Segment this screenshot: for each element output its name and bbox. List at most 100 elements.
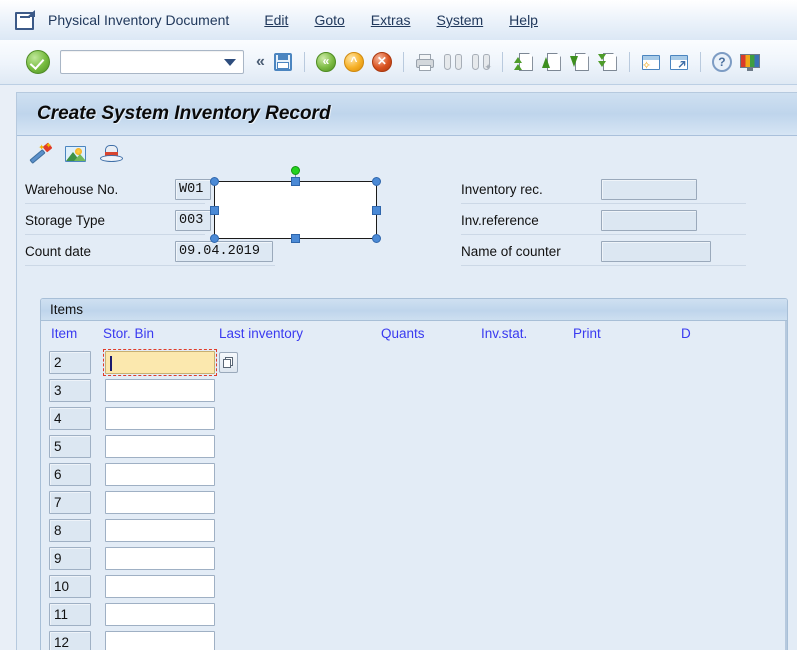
- value-inventory-rec[interactable]: [601, 178, 697, 200]
- toolbar-separator: [501, 52, 503, 72]
- label-storage-type: Storage Type: [25, 212, 106, 228]
- item-number-cell[interactable]: 8: [49, 519, 91, 542]
- item-number-cell[interactable]: 5: [49, 435, 91, 458]
- stor-bin-input[interactable]: [105, 631, 215, 650]
- green-check-enter-icon[interactable]: [26, 50, 50, 74]
- stor-bin-input[interactable]: [105, 491, 215, 514]
- previous-page-icon[interactable]: [540, 51, 564, 73]
- stor-bin-input[interactable]: [105, 351, 215, 374]
- save-icon[interactable]: [271, 51, 295, 73]
- menu-item-help[interactable]: Help: [496, 8, 551, 32]
- menu-item-app-name[interactable]: Physical Inventory Document: [48, 8, 251, 32]
- item-number-cell[interactable]: 9: [49, 547, 91, 570]
- menu-item-extras-label: Extras: [370, 12, 411, 28]
- menu-item-goto[interactable]: Goto: [301, 8, 357, 32]
- create-session-icon[interactable]: ✧: [639, 51, 663, 73]
- customize-local-layout-icon[interactable]: [738, 51, 762, 73]
- selection-handle-bottom-right[interactable]: [372, 234, 381, 243]
- back-icon[interactable]: «: [314, 51, 338, 73]
- stor-bin-input[interactable]: [105, 435, 215, 458]
- item-number-cell[interactable]: 10: [49, 575, 91, 598]
- column-header-print[interactable]: Print: [573, 326, 601, 341]
- item-number-cell[interactable]: 11: [49, 603, 91, 626]
- label-inv-reference: Inv.reference: [461, 212, 539, 228]
- last-page-icon[interactable]: [596, 51, 620, 73]
- selection-handle-bottom-left[interactable]: [210, 234, 219, 243]
- menu-item-edit[interactable]: Edit: [251, 8, 301, 32]
- cancel-icon[interactable]: ✕: [370, 51, 394, 73]
- field-divider: [461, 265, 746, 266]
- column-header-d[interactable]: D: [681, 326, 691, 341]
- selection-handle-middle-right[interactable]: [372, 206, 381, 215]
- double-chevron-left-icon[interactable]: «: [256, 53, 265, 71]
- item-number-cell[interactable]: 6: [49, 463, 91, 486]
- menu-item-help-label: Help: [509, 12, 538, 28]
- items-panel: Items Item Stor. Bin Last inventory Quan…: [40, 298, 788, 650]
- print-icon[interactable]: [413, 51, 437, 73]
- stor-bin-input[interactable]: [105, 547, 215, 570]
- command-input[interactable]: [61, 51, 219, 71]
- stor-bin-input[interactable]: [105, 463, 215, 486]
- rotation-handle[interactable]: [291, 166, 300, 175]
- column-header-item[interactable]: Item: [51, 326, 77, 341]
- application-toolbar: ✦ ✦: [17, 136, 797, 172]
- field-divider: [25, 265, 275, 266]
- selection-handle-top-left[interactable]: [210, 177, 219, 186]
- magic-wand-icon[interactable]: ✦ ✦: [27, 142, 53, 166]
- table-body: 2 3 4 5 6 7 8 9 10 11 12: [41, 349, 787, 650]
- stor-bin-input[interactable]: [105, 519, 215, 542]
- chevron-down-icon[interactable]: [224, 59, 236, 66]
- menu-bar: Physical Inventory Document Edit Goto Ex…: [0, 0, 797, 41]
- menu-item-edit-label: Edit: [264, 12, 289, 28]
- item-number-cell[interactable]: 12: [49, 631, 91, 650]
- table-row: 2: [41, 349, 787, 377]
- table-row: 3: [41, 377, 787, 405]
- menu-item-system[interactable]: System: [423, 8, 496, 32]
- picture-icon[interactable]: [63, 142, 89, 166]
- menu-item-extras[interactable]: Extras: [358, 8, 424, 32]
- value-inv-reference[interactable]: [601, 209, 697, 231]
- selection-handle-top-right[interactable]: [372, 177, 381, 186]
- field-divider: [461, 234, 746, 235]
- value-help-icon[interactable]: [219, 352, 238, 373]
- item-number-cell[interactable]: 3: [49, 379, 91, 402]
- item-number-cell[interactable]: 4: [49, 407, 91, 430]
- stor-bin-input[interactable]: [105, 379, 215, 402]
- value-count-date[interactable]: 09.04.2019: [175, 240, 273, 262]
- field-row-name-of-counter: Name of counter: [461, 239, 711, 263]
- find-next-icon[interactable]: ✦: [469, 51, 493, 73]
- selection-rectangle[interactable]: [214, 181, 377, 239]
- item-number-cell[interactable]: 7: [49, 491, 91, 514]
- column-header-last-inventory[interactable]: Last inventory: [219, 326, 303, 341]
- exit-icon[interactable]: ^: [342, 51, 366, 73]
- column-header-inv-stat[interactable]: Inv.stat.: [481, 326, 527, 341]
- hat-icon[interactable]: [99, 142, 125, 166]
- main-toolbar: « « ^ ✕ ✦ ✧ ➔ ?: [0, 40, 797, 85]
- screen-panel: Create System Inventory Record ✦ ✦ Wareh…: [16, 92, 797, 650]
- item-number-cell[interactable]: 2: [49, 351, 91, 374]
- first-page-icon[interactable]: [512, 51, 536, 73]
- document-menu-icon[interactable]: [14, 10, 36, 30]
- stor-bin-input[interactable]: [105, 603, 215, 626]
- next-page-icon[interactable]: [568, 51, 592, 73]
- stor-bin-input[interactable]: [105, 407, 215, 430]
- help-icon[interactable]: ?: [710, 51, 734, 73]
- menu-item-system-label: System: [436, 12, 484, 28]
- column-header-stor-bin[interactable]: Stor. Bin: [103, 326, 154, 341]
- label-warehouse-no: Warehouse No.: [25, 181, 119, 197]
- selection-handle-bottom-center[interactable]: [291, 234, 300, 243]
- selection-handle-middle-left[interactable]: [210, 206, 219, 215]
- selection-handle-top-center[interactable]: [291, 177, 300, 186]
- field-divider: [25, 203, 205, 204]
- value-storage-type[interactable]: 003: [175, 209, 211, 231]
- table-right-edge: [785, 321, 787, 650]
- command-field[interactable]: [60, 50, 244, 74]
- find-icon[interactable]: [441, 51, 465, 73]
- column-header-quants[interactable]: Quants: [381, 326, 425, 341]
- table-row: 8: [41, 517, 787, 545]
- table-row: 5: [41, 433, 787, 461]
- stor-bin-input[interactable]: [105, 575, 215, 598]
- create-shortcut-icon[interactable]: ➔: [667, 51, 691, 73]
- value-warehouse-no[interactable]: W01: [175, 178, 211, 200]
- value-name-of-counter[interactable]: [601, 240, 711, 262]
